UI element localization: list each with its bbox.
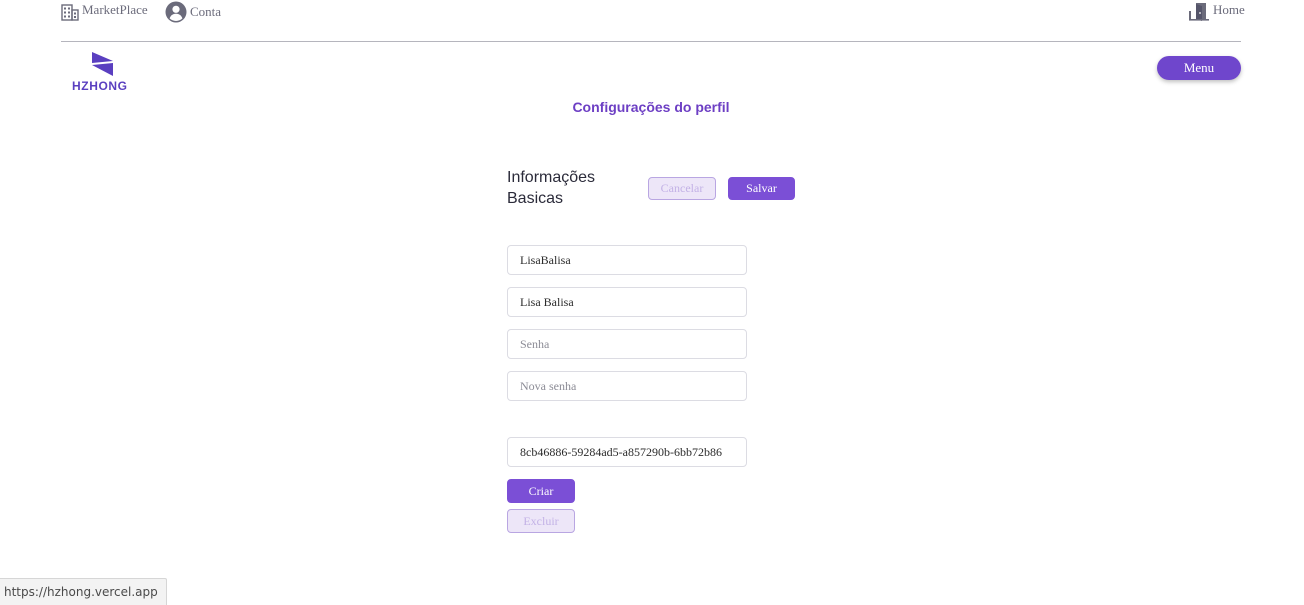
- nav-conta[interactable]: Conta: [165, 0, 221, 24]
- browser-status-url: https://hzhong.vercel.app: [0, 578, 167, 605]
- create-token-button[interactable]: Criar: [507, 479, 575, 503]
- nav-home-label: Home: [1213, 2, 1245, 17]
- nav-marketplace-label: MarketPlace: [82, 2, 148, 17]
- new-password-field[interactable]: [507, 371, 747, 401]
- username-field[interactable]: [507, 245, 747, 275]
- page-title: Configurações do perfil: [0, 99, 1304, 115]
- top-navigation: MarketPlace Conta Home: [0, 0, 1304, 42]
- user-circle-icon: [165, 1, 187, 23]
- door-exit-icon: [1189, 3, 1209, 21]
- hzhong-logo[interactable]: HZHONG: [72, 51, 134, 95]
- page-title-text: Configurações do perfil: [572, 99, 730, 115]
- full-name-field[interactable]: [507, 287, 747, 317]
- password-field[interactable]: [507, 329, 747, 359]
- delete-token-button[interactable]: Excluir: [507, 509, 575, 533]
- building-icon: [61, 4, 79, 21]
- logo-mark-icon: [92, 52, 113, 76]
- nav-conta-label: Conta: [190, 4, 222, 19]
- nav-marketplace[interactable]: MarketPlace: [61, 0, 148, 24]
- api-token-field[interactable]: [507, 437, 747, 467]
- header-divider: [61, 41, 1241, 42]
- basic-info-title: Informações Basicas: [507, 169, 596, 207]
- cancel-button[interactable]: Cancelar: [648, 177, 716, 200]
- menu-button[interactable]: Menu: [1157, 56, 1241, 80]
- logo-text: HZHONG: [72, 79, 128, 93]
- save-button[interactable]: Salvar: [728, 177, 795, 200]
- nav-home[interactable]: Home: [1187, 0, 1245, 24]
